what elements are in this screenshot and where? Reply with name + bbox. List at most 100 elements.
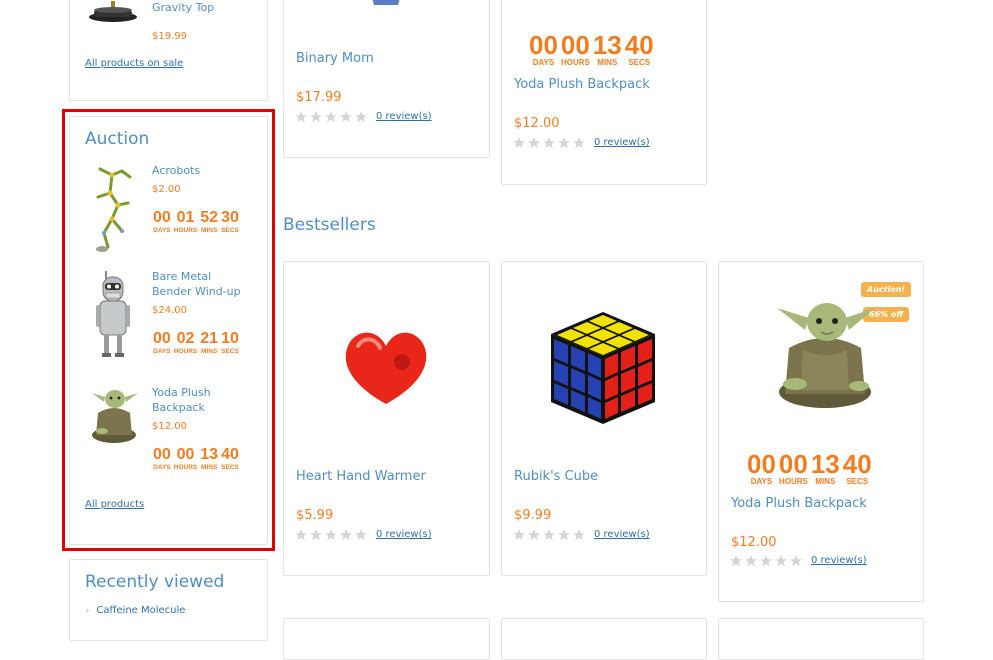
- sale-item-name[interactable]: Levitron - Anti-Gravity Top: [152, 0, 262, 15]
- star-icon: [542, 136, 556, 150]
- star-icon: [729, 554, 743, 568]
- product-name[interactable]: Yoda Plush Backpack: [731, 496, 867, 511]
- product-price: $12.00: [514, 116, 560, 131]
- product-card: Auction! 66% off 00 DAYS 00 HOURS 13 MINS 4…: [718, 261, 924, 602]
- mins-label: MINS: [815, 477, 836, 486]
- auction-item-price: $2.00: [152, 184, 181, 195]
- bender-image[interactable]: [92, 269, 136, 361]
- countdown-days: 00: [529, 30, 558, 60]
- yoda-image[interactable]: [88, 385, 140, 445]
- rating-stars[interactable]: [512, 528, 586, 542]
- recently-viewed-item-label: Caffeine Molecule: [96, 605, 186, 616]
- product-card: Binary Mom $17.99 0 review(s): [283, 0, 490, 158]
- auction-countdown: 00 DAYS 00 HOURS 13 MINS 40 SECS: [153, 447, 239, 472]
- days-label: DAYS: [153, 227, 171, 234]
- hours-label: HOURS: [560, 58, 590, 67]
- rating-stars[interactable]: [729, 554, 803, 568]
- product-name[interactable]: Rubik's Cube: [514, 469, 598, 484]
- auction-item-name[interactable]: Bare Metal Bender Wind-up: [152, 269, 252, 299]
- product-name[interactable]: Heart Hand Warmer: [296, 469, 426, 484]
- on-sale-box: Levitron - Anti-Gravity Top $19.99 All p…: [69, 0, 268, 101]
- secs-label: SECS: [221, 464, 239, 471]
- product-card: Rubik's Cube $9.99 0 review(s): [501, 261, 707, 576]
- product-image[interactable]: [769, 290, 879, 416]
- reviews-link[interactable]: 0 review(s): [811, 555, 867, 566]
- star-icon: [339, 528, 353, 542]
- countdown-mins: 13: [810, 449, 840, 479]
- countdown-hours: 01: [176, 209, 195, 226]
- star-icon: [324, 110, 338, 124]
- reviews-link[interactable]: 0 review(s): [376, 529, 432, 540]
- secs-label: SECS: [628, 58, 651, 67]
- product-image[interactable]: [336, 322, 436, 412]
- star-icon: [309, 528, 323, 542]
- countdown-secs: 40: [624, 30, 654, 60]
- product-countdown: 00 DAYS 00 HOURS 13 MINS 40 SECS: [747, 451, 872, 486]
- acrobots-image[interactable]: [90, 163, 138, 255]
- star-icon: [512, 528, 526, 542]
- all-products-on-sale-link[interactable]: All products on sale: [85, 58, 183, 69]
- countdown-secs: 40: [221, 446, 239, 463]
- countdown-mins: 21: [200, 330, 219, 347]
- hours-label: HOURS: [173, 464, 198, 471]
- rating-stars[interactable]: [512, 136, 586, 150]
- star-icon: [339, 110, 353, 124]
- reviews-link[interactable]: 0 review(s): [594, 529, 650, 540]
- star-icon: [354, 528, 368, 542]
- secs-label: SECS: [221, 348, 239, 355]
- levitron-image[interactable]: [86, 1, 140, 25]
- star-icon: [572, 136, 586, 150]
- product-price: $17.99: [296, 90, 342, 105]
- star-icon: [527, 136, 541, 150]
- star-icon: [774, 554, 788, 568]
- star-icon: [557, 136, 571, 150]
- mins-label: MINS: [201, 348, 218, 355]
- product-image[interactable]: [547, 310, 659, 426]
- auction-countdown: 00 DAYS 01 HOURS 52 MINS 30 SECS: [153, 210, 239, 235]
- hours-label: HOURS: [173, 227, 198, 234]
- recently-viewed-item[interactable]: › Caffeine Molecule: [86, 605, 185, 616]
- hours-label: HOURS: [778, 477, 808, 486]
- rating-stars[interactable]: [294, 528, 368, 542]
- countdown-secs: 10: [221, 330, 239, 347]
- reviews-link[interactable]: 0 review(s): [594, 137, 650, 148]
- mins-label: MINS: [597, 58, 618, 67]
- star-icon: [759, 554, 773, 568]
- star-icon: [789, 554, 803, 568]
- star-icon: [744, 554, 758, 568]
- countdown-secs: 30: [221, 209, 239, 226]
- star-icon: [309, 110, 323, 124]
- mins-label: MINS: [201, 227, 218, 234]
- secs-label: SECS: [221, 227, 239, 234]
- countdown-hours: 00: [778, 449, 808, 479]
- product-name[interactable]: Yoda Plush Backpack: [514, 77, 650, 92]
- product-price: $9.99: [514, 508, 552, 523]
- product-image[interactable]: [366, 0, 406, 7]
- days-label: DAYS: [153, 464, 171, 471]
- countdown-days: 00: [747, 449, 776, 479]
- bestsellers-heading: Bestsellers: [283, 215, 376, 235]
- product-price: $12.00: [731, 535, 777, 550]
- auction-item-name[interactable]: Yoda Plush Backpack: [152, 385, 232, 415]
- product-name[interactable]: Binary Mom: [296, 51, 374, 66]
- star-icon: [512, 136, 526, 150]
- countdown-mins: 13: [200, 446, 219, 463]
- days-label: DAYS: [153, 348, 171, 355]
- auction-item-name[interactable]: Acrobots: [152, 163, 200, 178]
- star-icon: [557, 528, 571, 542]
- product-countdown: 00 DAYS 00 HOURS 13 MINS 40 SECS: [529, 32, 654, 67]
- reviews-link[interactable]: 0 review(s): [376, 111, 432, 122]
- countdown-hours: 00: [176, 446, 195, 463]
- recently-viewed-title: Recently viewed: [85, 572, 225, 592]
- product-price: $5.99: [296, 508, 334, 523]
- rating-stars[interactable]: [294, 110, 368, 124]
- star-icon: [572, 528, 586, 542]
- countdown-hours: 00: [560, 30, 590, 60]
- all-products-link[interactable]: All products: [85, 499, 144, 510]
- countdown-hours: 02: [176, 330, 195, 347]
- product-card: 00 DAYS 00 HOURS 13 MINS 40 SECS Yoda Plush …: [501, 0, 707, 185]
- auction-box: Auction Acrobots $2.00 00 DAYS 01 HOURS 52…: [69, 116, 268, 545]
- star-icon: [294, 528, 308, 542]
- star-icon: [542, 528, 556, 542]
- star-icon: [527, 528, 541, 542]
